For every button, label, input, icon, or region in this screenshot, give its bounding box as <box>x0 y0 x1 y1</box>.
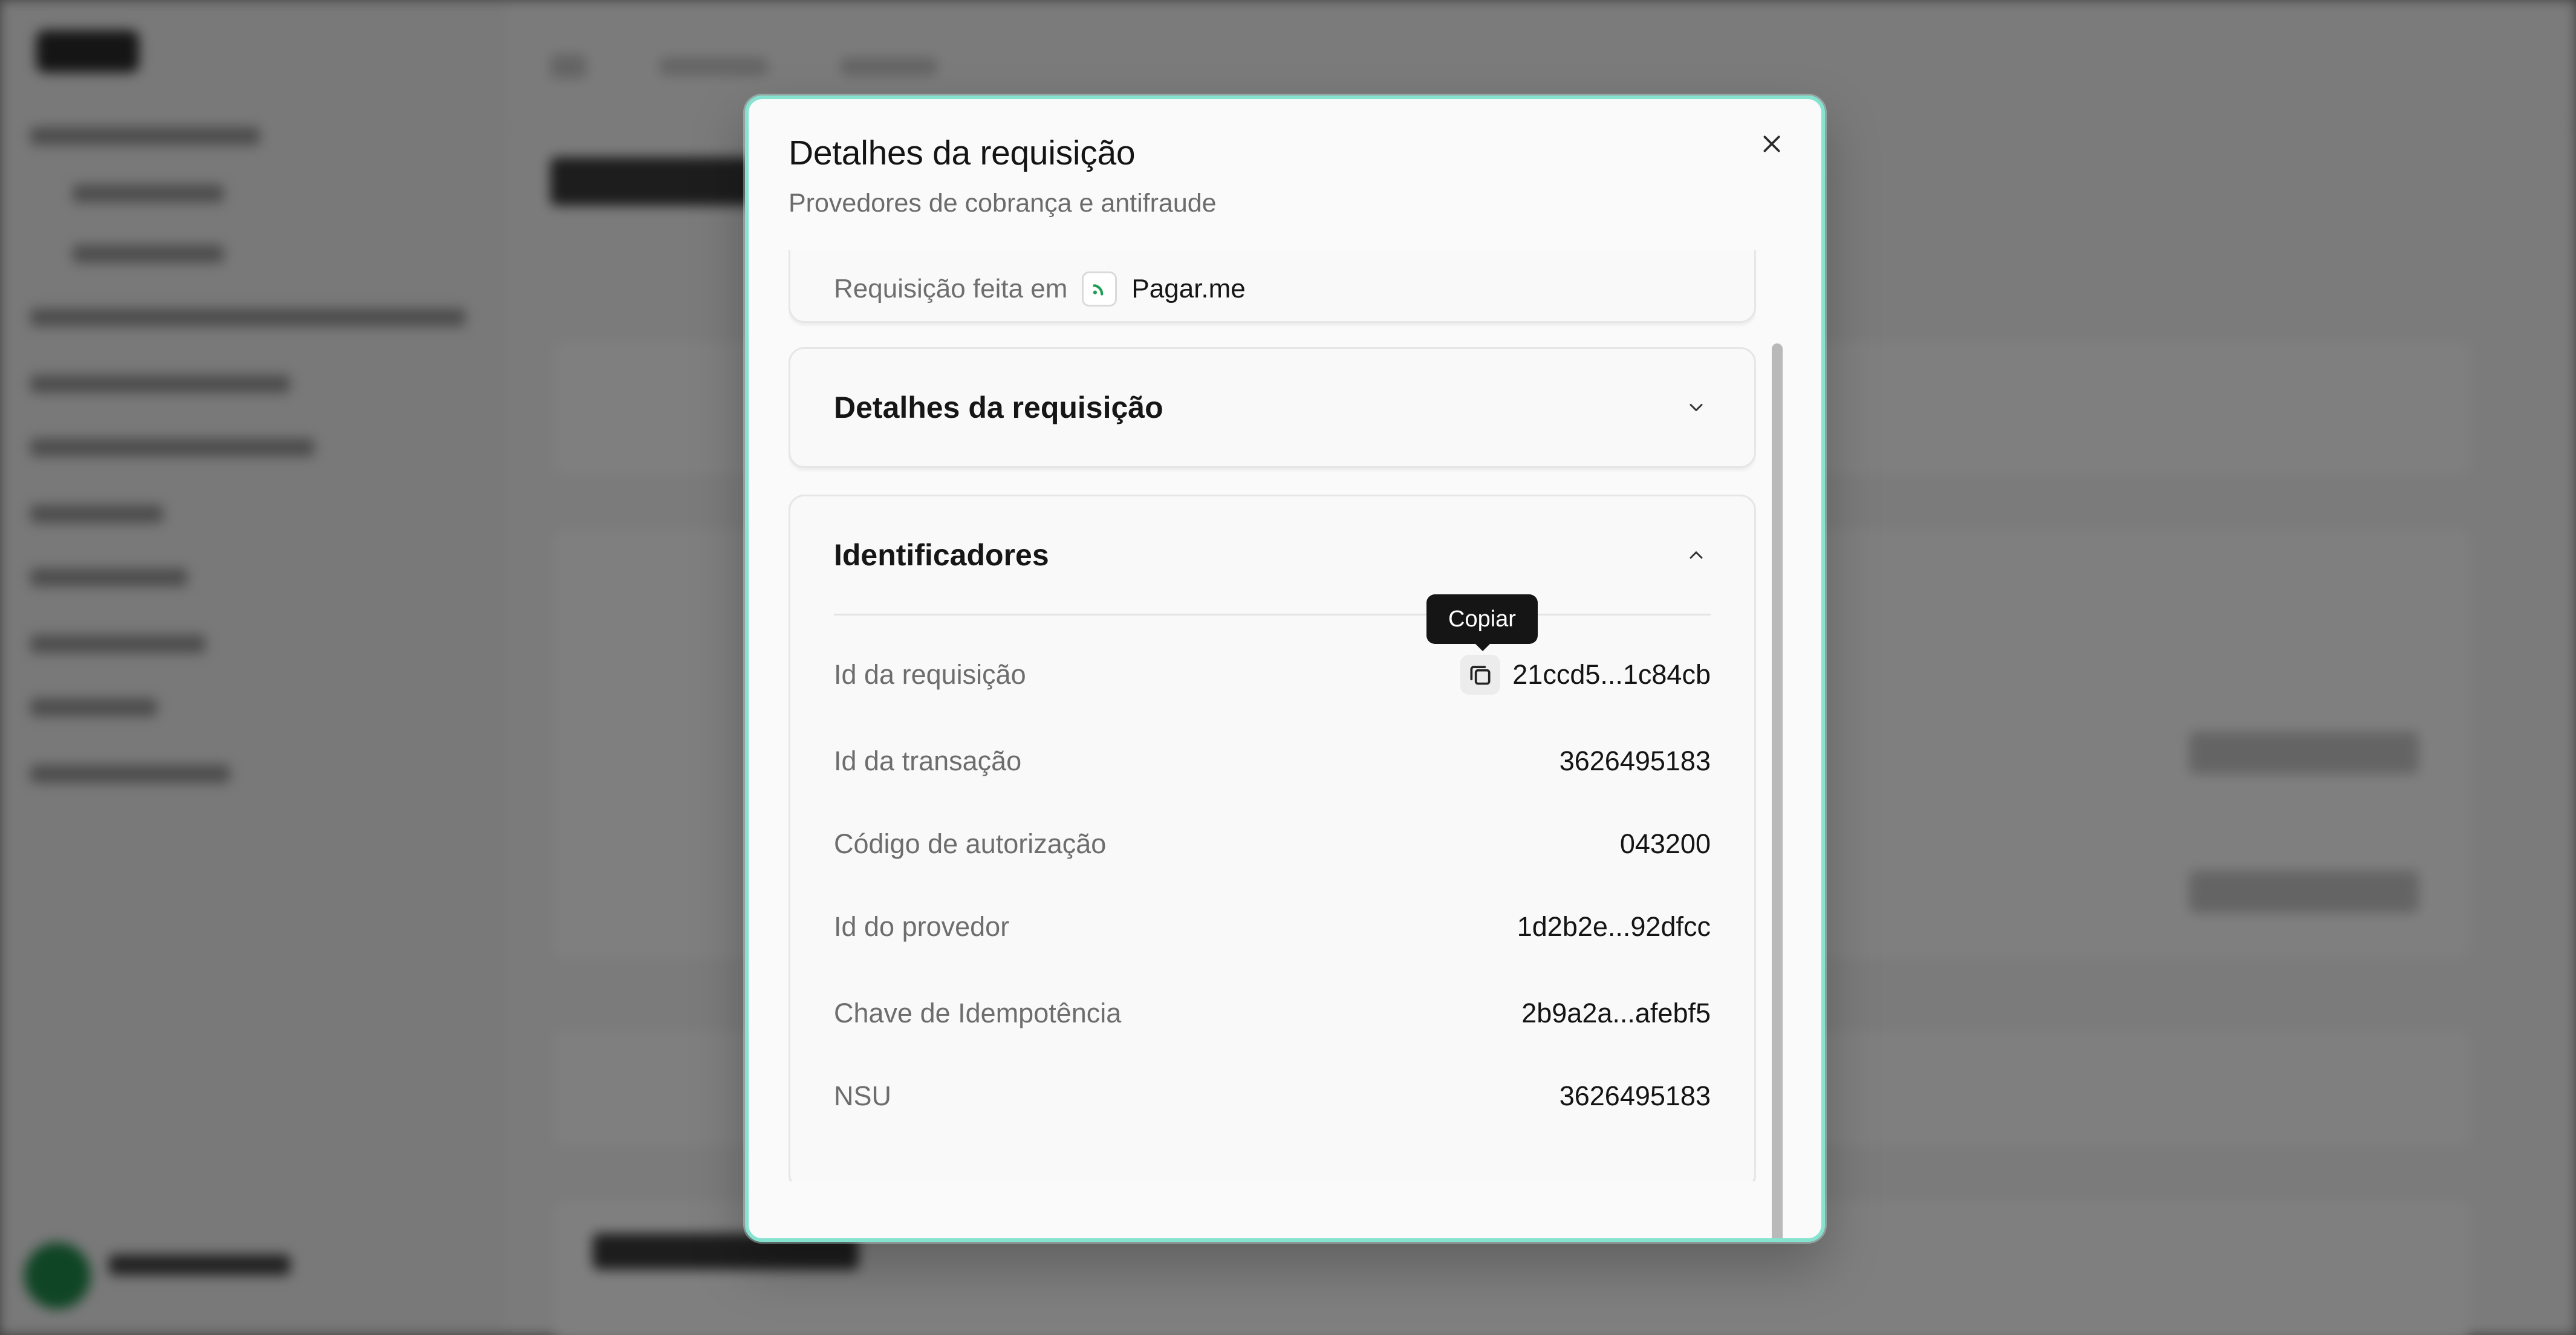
identifier-value-group: 21ccd5...1c84cb <box>1460 655 1711 695</box>
identifiers-section: Identificadores Id da requisição 21ccd5.… <box>789 495 1756 1181</box>
origin-row: Requisição feita em Pagar.me <box>834 271 1246 307</box>
identifier-row-authorization-code: Código de autorização 043200 <box>834 823 1711 865</box>
identifier-value: 2b9a2a...afebf5 <box>1521 998 1711 1028</box>
copy-icon <box>1470 666 1491 685</box>
identifier-label: Id da requisição <box>834 659 1026 690</box>
request-details-title: Detalhes da requisição <box>834 391 1163 424</box>
provider-name: Pagar.me <box>1131 274 1246 304</box>
identifier-row-request-id: Id da requisição 21ccd5...1c84cb <box>834 654 1711 696</box>
identifier-label: Chave de Idempotência <box>834 998 1122 1028</box>
dialog-scrollbar[interactable] <box>1772 343 1783 1238</box>
identifier-row-nsu: NSU 3626495183 <box>834 1075 1711 1117</box>
page: Detalhes da requisição Provedores de cob… <box>0 0 2576 1335</box>
identifier-label: NSU <box>834 1080 892 1111</box>
identifiers-title: Identificadores <box>834 538 1049 572</box>
chevron-down-icon <box>1682 393 1711 422</box>
identifier-row-idempotency-key: Chave de Idempotência 2b9a2a...afebf5 <box>834 992 1711 1035</box>
identifiers-header[interactable]: Identificadores <box>834 534 1711 576</box>
dialog-scroll-area[interactable]: Requisição feita em Pagar.me Detalhes da… <box>789 250 1756 1181</box>
close-icon <box>1763 135 1780 152</box>
identifier-row-provider-id: Id do provedor 1d2b2e...92dfcc <box>834 906 1711 948</box>
dialog-title: Detalhes da requisição <box>789 134 1136 172</box>
request-details-section: Detalhes da requisição <box>789 347 1756 468</box>
chevron-up-icon <box>1682 541 1711 570</box>
request-details-dialog: Detalhes da requisição Provedores de cob… <box>745 96 1825 1242</box>
copy-tooltip: Copiar <box>1426 594 1538 651</box>
identifier-label: Id da transação <box>834 745 1022 776</box>
identifier-row-transaction-id: Id da transação 3626495183 <box>834 740 1711 782</box>
identifier-value: 21ccd5...1c84cb <box>1512 659 1711 690</box>
origin-label: Requisição feita em <box>834 274 1068 304</box>
identifier-value: 3626495183 <box>1559 1080 1711 1111</box>
copy-button[interactable] <box>1460 655 1501 695</box>
origin-card: Requisição feita em Pagar.me <box>789 250 1756 323</box>
identifier-value: 1d2b2e...92dfcc <box>1517 911 1711 942</box>
pagarme-logo-icon <box>1082 271 1117 307</box>
request-details-header[interactable]: Detalhes da requisição <box>834 386 1711 429</box>
close-button[interactable] <box>1752 125 1791 163</box>
dialog-subtitle: Provedores de cobrança e antifraude <box>789 189 1217 218</box>
identifier-value: 043200 <box>1619 828 1711 859</box>
identifier-label: Id do provedor <box>834 911 1010 942</box>
identifier-value: 3626495183 <box>1559 745 1711 776</box>
section-divider <box>834 614 1711 616</box>
identifier-label: Código de autorização <box>834 828 1107 859</box>
